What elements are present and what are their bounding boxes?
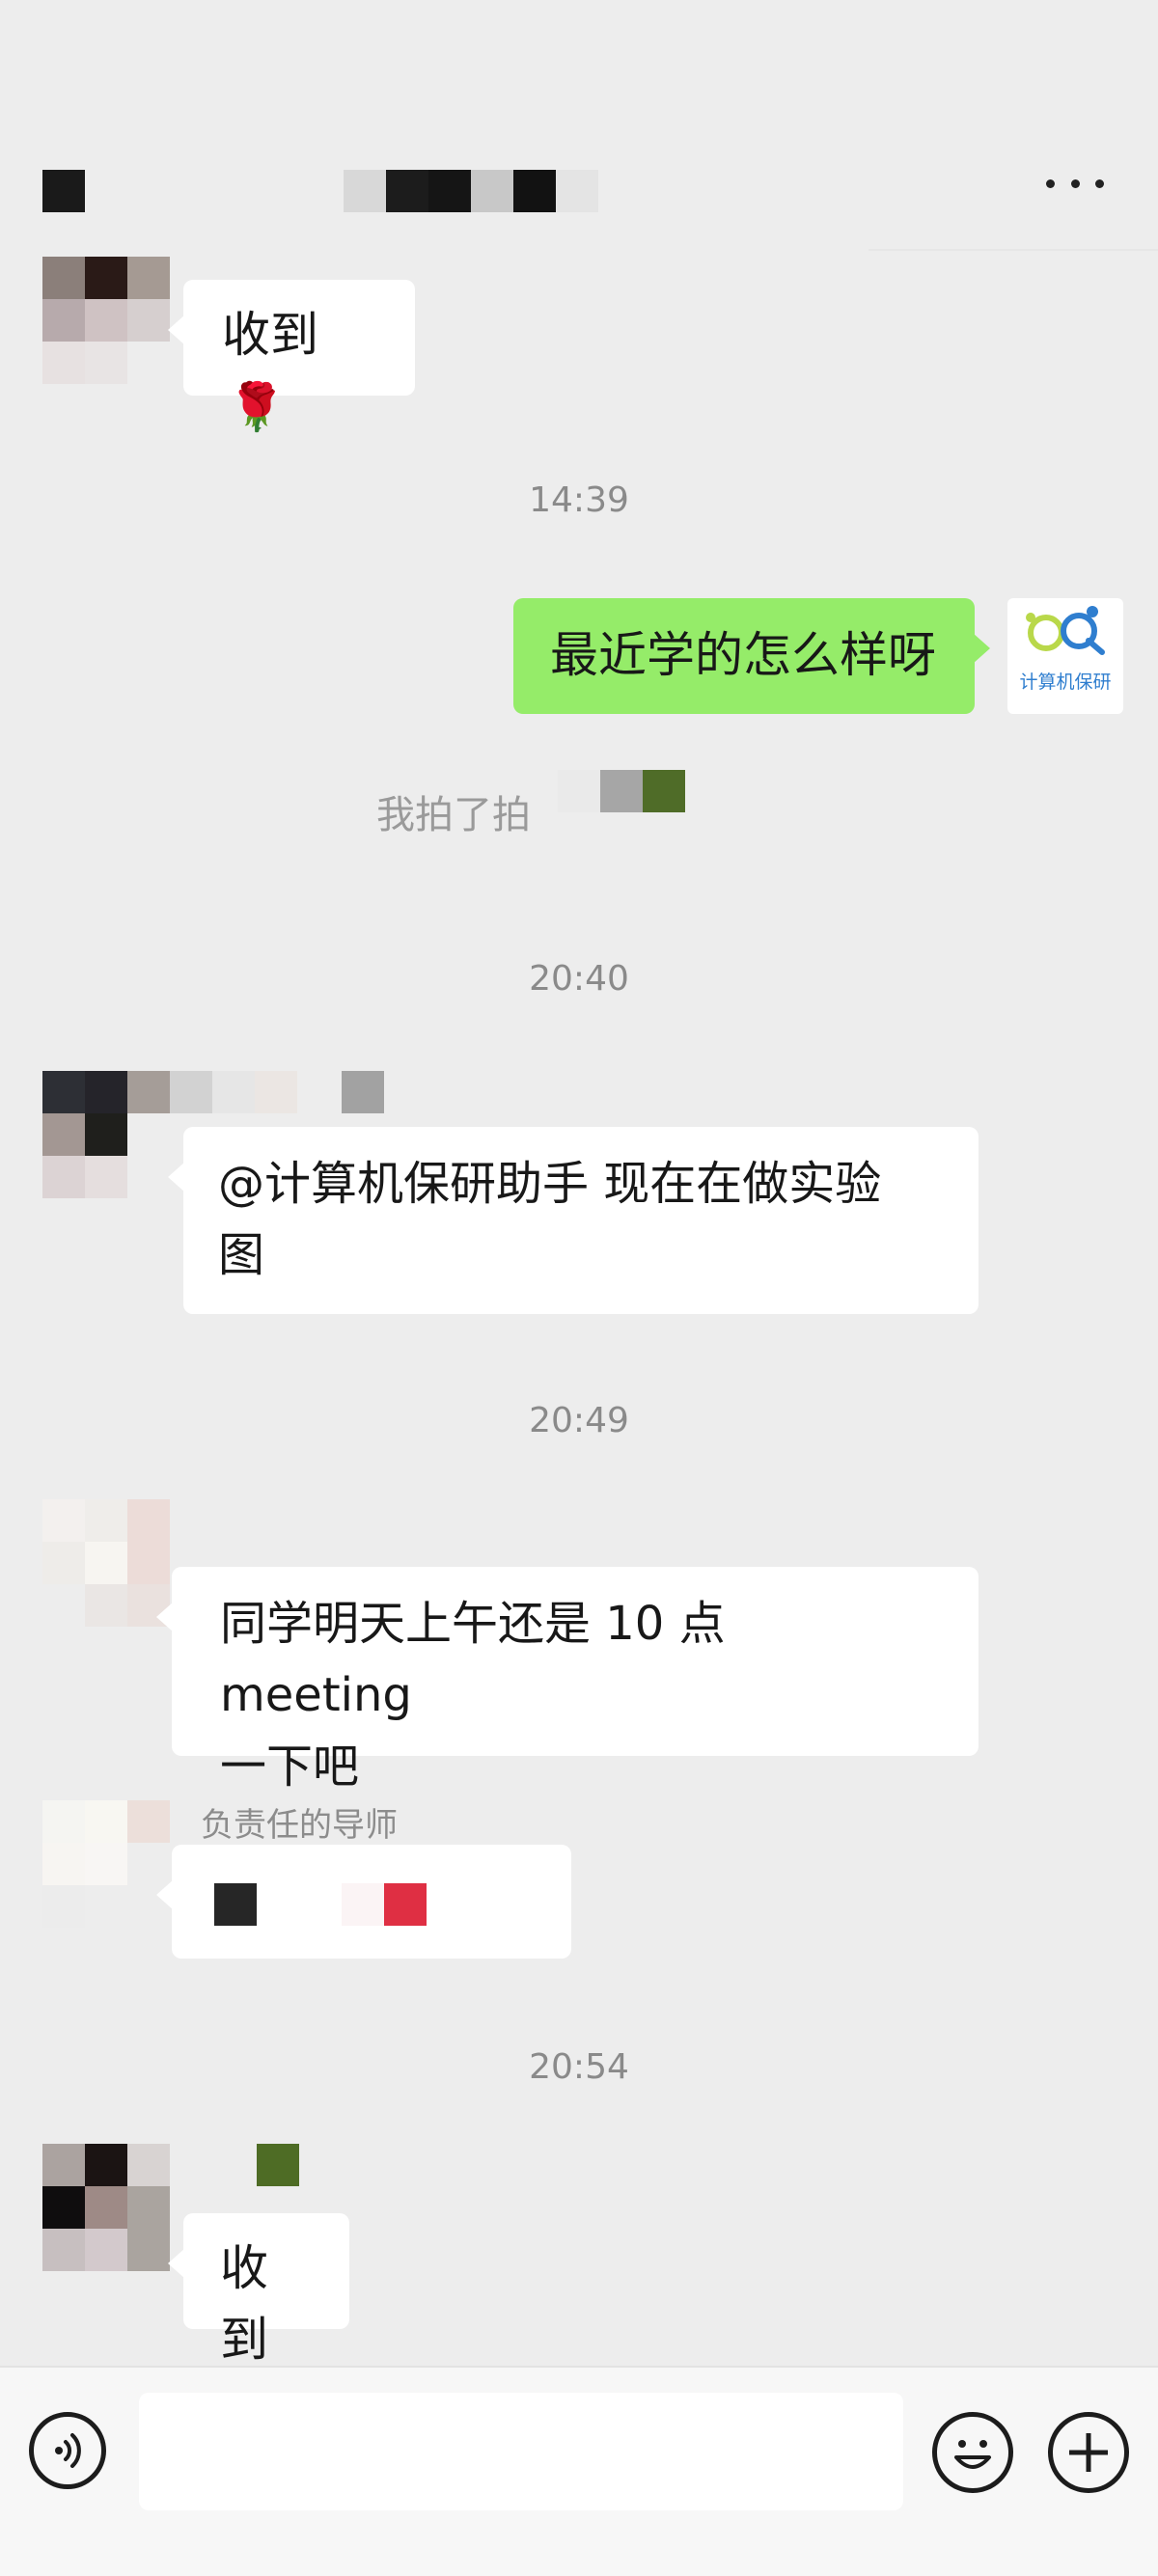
redacted-name [255,1071,297,1113]
chat-screen: 收到 🌹 14:39 最近学的怎么样呀 计算机保研 我拍了拍 20:40 @计算机… [0,0,1158,2576]
redacted-name [212,1071,255,1113]
more-dots-icon [1070,178,1080,188]
message-text: 最近学的怎么样呀 [550,627,936,683]
voice-icon [55,2433,81,2468]
message-bubble[interactable]: 同学明天上午还是 10 点 meeting 一下吧 [156,1567,979,1794]
message-bubble[interactable]: @计算机保研助手 现在在做实验 图 [168,1127,979,1314]
redacted-block [600,770,643,812]
composer-bar [0,2366,1158,2576]
emoji-button[interactable] [932,2412,1013,2493]
more-dots-icon [1046,178,1055,188]
message-text-line: 一下吧 [220,1740,360,1794]
voice-button[interactable] [29,2412,106,2489]
contact-avatar[interactable] [42,257,170,384]
timestamp: 20:40 [529,959,629,999]
more-button[interactable] [1046,164,1104,203]
pat-notice: 我拍了拍 [376,783,531,839]
plus-button[interactable] [1048,2412,1129,2493]
logo-icon [1026,606,1105,655]
my-message-bubble[interactable]: 最近学的怎么样呀 [513,598,990,714]
message-bubble[interactable]: 收到 [168,2213,349,2368]
timestamp: 20:49 [529,1401,629,1440]
message-text: 收到 [222,307,318,363]
redacted-block [384,1883,427,1926]
logo-label: 计算机保研 [1019,671,1112,693]
contact-avatar[interactable] [42,1071,170,1198]
redacted-block [558,770,600,812]
sender-name: 负责任的导师 [201,1806,398,1845]
message-text-line: 图 [218,1228,265,1282]
timestamp: 14:39 [529,480,629,520]
redacted-name [342,1071,384,1113]
back-button[interactable] [42,170,85,212]
message-bubble[interactable]: 收到 🌹 [168,280,415,434]
message-text-line: @计算机保研助手 现在在做实验 [218,1157,882,1211]
more-dots-icon [1095,178,1104,188]
my-avatar[interactable]: 计算机保研 [1007,598,1123,714]
contact-avatar[interactable] [42,2144,170,2271]
message-text-line: 同学明天上午还是 10 点 meeting [220,1597,726,1722]
contact-avatar[interactable] [42,1499,170,1627]
chat-title-redacted [344,170,604,212]
message-text: 收到 [220,2240,268,2368]
redacted-block [342,1883,384,1926]
redacted-message-bubble[interactable] [156,1845,571,1959]
redacted-block [643,770,685,812]
title-fragment [695,145,811,166]
rose-emoji: 🌹 [228,380,286,434]
redacted-block [214,1883,257,1926]
timestamp: 20:54 [529,2047,629,2087]
contact-avatar[interactable] [42,1800,170,1928]
pat-notice-text: 我拍了拍 [376,793,531,837]
message-input[interactable] [139,2393,903,2510]
redacted-name [257,2144,299,2186]
emoji-icon [954,2440,991,2469]
chat-header [0,0,1158,251]
redacted-name [170,1071,212,1113]
